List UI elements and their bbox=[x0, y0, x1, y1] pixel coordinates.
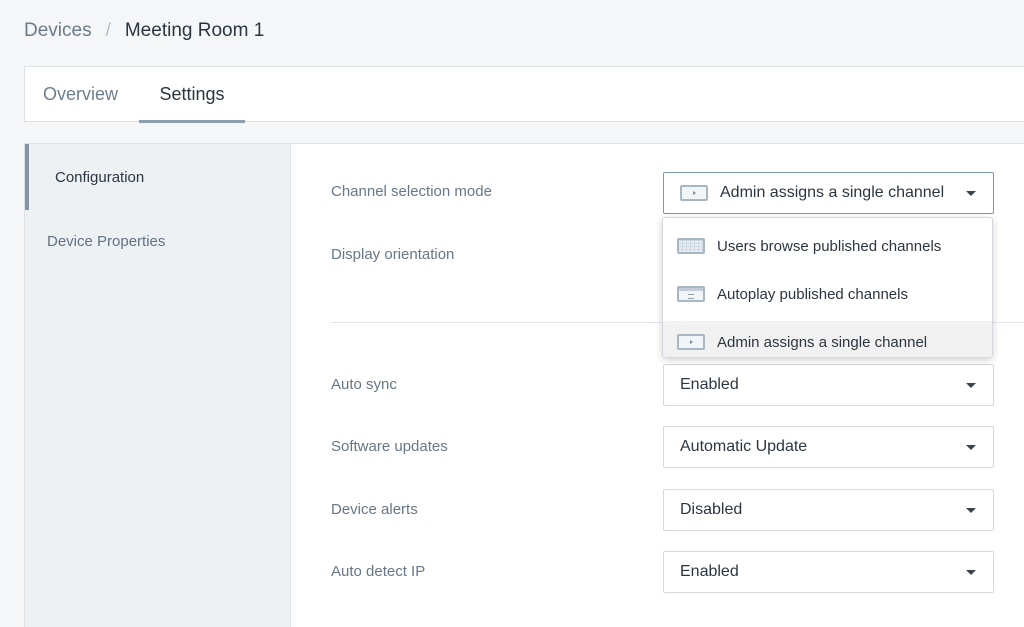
channel-mode-label: Channel selection mode bbox=[331, 183, 492, 200]
chevron-down-icon bbox=[966, 445, 976, 450]
option-label: Admin assigns a single channel bbox=[717, 333, 928, 351]
browse-channels-icon bbox=[677, 238, 705, 254]
page-title: Meeting Room 1 bbox=[124, 20, 265, 41]
option-autoplay-channels[interactable]: Autoplay published channels bbox=[663, 273, 992, 315]
chevron-down-icon bbox=[966, 191, 976, 196]
device-alerts-select[interactable]: Disabled bbox=[663, 489, 994, 531]
sidebar-item-label: Device Properties bbox=[47, 232, 166, 250]
auto-sync-select[interactable]: Enabled bbox=[663, 364, 994, 406]
option-admin-single-channel[interactable]: Admin assigns a single channel bbox=[663, 321, 992, 357]
option-users-browse-channels[interactable]: Users browse published channels bbox=[663, 225, 992, 267]
single-channel-icon bbox=[677, 334, 705, 350]
chevron-down-icon bbox=[966, 570, 976, 575]
auto-detect-ip-label: Auto detect IP bbox=[331, 563, 426, 580]
sidebar-item-configuration[interactable]: Configuration bbox=[25, 144, 290, 210]
breadcrumb-devices-link[interactable]: Devices bbox=[24, 20, 92, 42]
auto-sync-label: Auto sync bbox=[331, 376, 397, 393]
option-label: Autoplay published channels bbox=[717, 285, 908, 303]
sidebar-item-label: Configuration bbox=[55, 168, 145, 186]
software-updates-label: Software updates bbox=[331, 438, 448, 455]
chevron-down-icon bbox=[966, 508, 976, 513]
tab-bar: Overview Settings bbox=[24, 66, 1024, 123]
chevron-down-icon bbox=[966, 383, 976, 388]
device-alerts-label: Device alerts bbox=[331, 501, 418, 518]
autoplay-channels-icon bbox=[677, 286, 705, 302]
breadcrumb: Devices / Meeting Room 1 bbox=[24, 18, 264, 44]
single-channel-icon bbox=[680, 185, 708, 201]
tab-overview[interactable]: Overview bbox=[43, 67, 118, 122]
channel-mode-value: Admin assigns a single channel bbox=[720, 184, 945, 201]
software-updates-value: Automatic Update bbox=[680, 438, 808, 455]
display-orientation-label: Display orientation bbox=[331, 246, 455, 263]
channel-mode-select[interactable]: Admin assigns a single channel bbox=[663, 172, 994, 214]
auto-sync-value: Enabled bbox=[680, 376, 739, 393]
channel-mode-dropdown-menu: Users browse published channels Autoplay… bbox=[662, 217, 993, 358]
settings-sidebar: Configuration Device Properties bbox=[25, 144, 291, 627]
tab-settings[interactable]: Settings bbox=[139, 67, 245, 123]
auto-detect-ip-select[interactable]: Enabled bbox=[663, 551, 994, 593]
auto-detect-ip-value: Enabled bbox=[680, 563, 739, 580]
settings-panel: Configuration Device Properties Channel … bbox=[24, 143, 1024, 627]
device-alerts-value: Disabled bbox=[680, 501, 743, 518]
option-label: Users browse published channels bbox=[717, 237, 942, 255]
breadcrumb-separator: / bbox=[105, 20, 111, 41]
sidebar-item-device-properties[interactable]: Device Properties bbox=[25, 210, 290, 272]
software-updates-select[interactable]: Automatic Update bbox=[663, 426, 994, 468]
